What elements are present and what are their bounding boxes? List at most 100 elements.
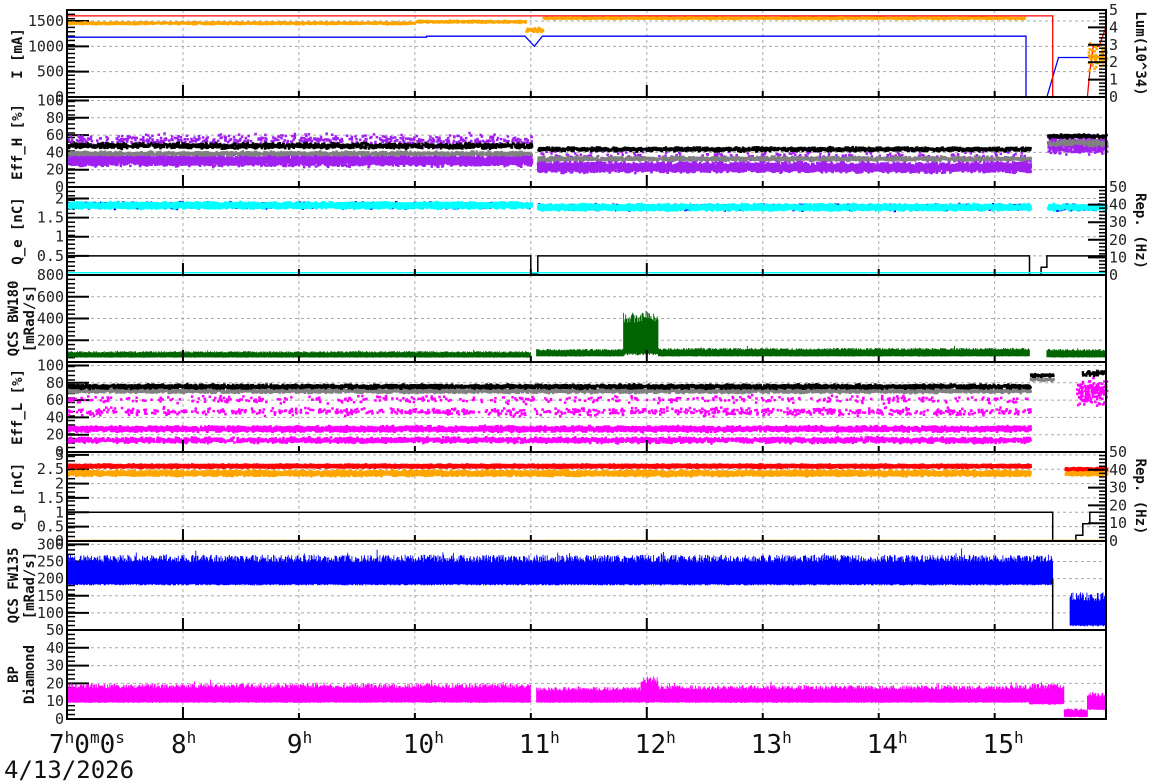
hour: 10	[403, 730, 434, 760]
x-tick-label: 8h	[171, 728, 196, 760]
panel-frame	[66, 186, 1107, 276]
right-y-tick-label: 30	[1109, 479, 1127, 497]
y-tick-label: 30	[46, 657, 64, 675]
y-tick-label: 40	[46, 408, 64, 426]
hour: 9	[287, 730, 303, 760]
right-y-tick-label: 50	[1109, 178, 1127, 196]
y-tick-label: 300	[37, 535, 64, 553]
x-tick-label: 14h	[867, 728, 908, 760]
x-tick-label: 11h	[519, 728, 560, 760]
right-y-tick-label: 0	[1109, 532, 1118, 550]
hour: 15	[983, 730, 1014, 760]
y-tick-label: 500	[37, 63, 64, 81]
series-her-current	[67, 35, 1107, 98]
x-tick-label: 9h	[287, 728, 312, 760]
right-y-tick-label: 0	[1109, 88, 1118, 106]
y-tick-label: 20	[46, 674, 64, 692]
series-qp-orange	[67, 468, 1109, 478]
hour: 8	[171, 730, 187, 760]
panel-bw180: 200400600800QCS BW180[mRad/s]	[6, 266, 1107, 363]
y-tick-label: 10	[46, 692, 64, 710]
right-y-axis-label: Rep. (Hz)	[1132, 459, 1148, 535]
y-tick-label: 1000	[28, 37, 64, 55]
y-tick-label: 60	[46, 391, 64, 409]
hour: 14	[867, 730, 898, 760]
series-qcs-fw135	[66, 548, 1107, 627]
y-tick-label: 400	[37, 310, 64, 328]
y-tick-label: 250	[37, 553, 64, 571]
unit-h: h	[782, 728, 792, 747]
y-axis-label-line: [mRad/s]	[22, 285, 38, 352]
y-tick-label: 800	[37, 266, 64, 284]
y-tick-label: 100	[37, 91, 64, 109]
unit-h: h	[65, 728, 75, 747]
x-tick-label: 13h	[751, 728, 792, 760]
y-axis-label: I [mA]	[10, 28, 26, 79]
panel-bp: 010203040 BPDiamond	[6, 629, 1107, 728]
y-tick-label: 3	[55, 446, 64, 464]
hour: 13	[751, 730, 782, 760]
y-tick-label: 60	[46, 126, 64, 144]
x-tick-label: 10h	[403, 728, 444, 760]
panel-frame	[66, 629, 1107, 720]
right-y-tick-label: 1	[1109, 71, 1118, 89]
unit-h: h	[1014, 728, 1024, 747]
panel-qp: 00.511.522.53Q_p [nC]01020304050Rep. (Hz…	[10, 443, 1148, 550]
unit-h: h	[898, 728, 908, 747]
series-qe-cyan	[67, 200, 1109, 213]
right-y-tick-label: 20	[1109, 496, 1127, 514]
right-y-tick-label: 10	[1109, 514, 1127, 532]
beam-monitor-chart: 050010001500I [mA]012345Lum(10^34)020406…	[4, 1, 1148, 782]
right-y-tick-label: 20	[1109, 231, 1127, 249]
y-tick-label: 600	[37, 288, 64, 306]
panel-effH: 020406080100Eff_H [%]	[10, 91, 1109, 196]
right-y-tick-label: 10	[1109, 248, 1127, 266]
y-tick-label: 20	[46, 161, 64, 179]
y-axis-label-line: [mRad/s]	[22, 552, 38, 619]
y-tick-label: 80	[46, 374, 64, 392]
y-tick-label: 0	[55, 710, 64, 728]
unit-h: h	[187, 728, 197, 747]
y-tick-label: 50	[46, 621, 64, 639]
panel-effL: 020406080100Eff_L [%]	[10, 356, 1109, 461]
y-axis-label: Eff_L [%]	[10, 369, 26, 445]
unit-h: h	[550, 728, 560, 747]
panel-qe: 0.511.5 2 Q_e [nC] 01020304050 Rep. (Hz)	[10, 178, 1148, 284]
y-axis-label: Eff_H [%]	[10, 104, 26, 180]
y-tick-label: 150	[37, 587, 64, 605]
unit: m	[90, 728, 100, 747]
y-tick-label: 1	[55, 228, 64, 246]
y-tick-label: 2	[55, 189, 64, 207]
series-ler-current	[67, 15, 1107, 98]
y-tick-label: 80	[46, 109, 64, 127]
y-axis-label: QCS BW180[mRad/s]	[6, 281, 38, 357]
y-axis-label-line: BP	[6, 666, 22, 683]
series-luminosity	[67, 16, 1109, 72]
right-y-tick-label: 50	[1109, 443, 1127, 461]
right-y-tick-label: 4	[1109, 18, 1118, 36]
y-tick-label: 40	[46, 143, 64, 161]
right-y-tick-label: 3	[1109, 36, 1118, 54]
y-axis-label-line: QCS FW135	[6, 548, 22, 624]
y-axis-label: BPDiamond	[6, 645, 38, 704]
y-tick-label: 40	[46, 639, 64, 657]
hour: 12	[635, 730, 666, 760]
y-tick-label: 200	[37, 331, 64, 349]
hour: 11	[519, 730, 550, 760]
y-axis-label: QCS FW135[mRad/s]	[6, 548, 38, 624]
x-axis: 7h0m0s 8h 9h 10h 11h 12h 13h 14h 15h4/13/2026	[4, 728, 1024, 782]
x-tick-label: 12h	[635, 728, 676, 760]
y-axis-label: Q_p [nC]	[10, 463, 26, 530]
series-eff-h-black	[67, 133, 1108, 153]
series-qcs-bw180	[66, 311, 1107, 358]
right-y-tick-label: 0	[1109, 266, 1118, 284]
unit-h: h	[666, 728, 676, 747]
y-axis-label-line: QCS BW180	[6, 281, 22, 357]
y-tick-label: 20	[46, 426, 64, 444]
panel-current: 050010001500I [mA]012345Lum(10^34)	[10, 1, 1148, 106]
right-y-tick-label: 40	[1109, 461, 1127, 479]
right-y-tick-label: 40	[1109, 196, 1127, 214]
y-tick-label: 200	[37, 570, 64, 588]
right-y-axis-label: Rep. (Hz)	[1132, 193, 1148, 269]
series-bp-diamond	[66, 676, 1107, 718]
